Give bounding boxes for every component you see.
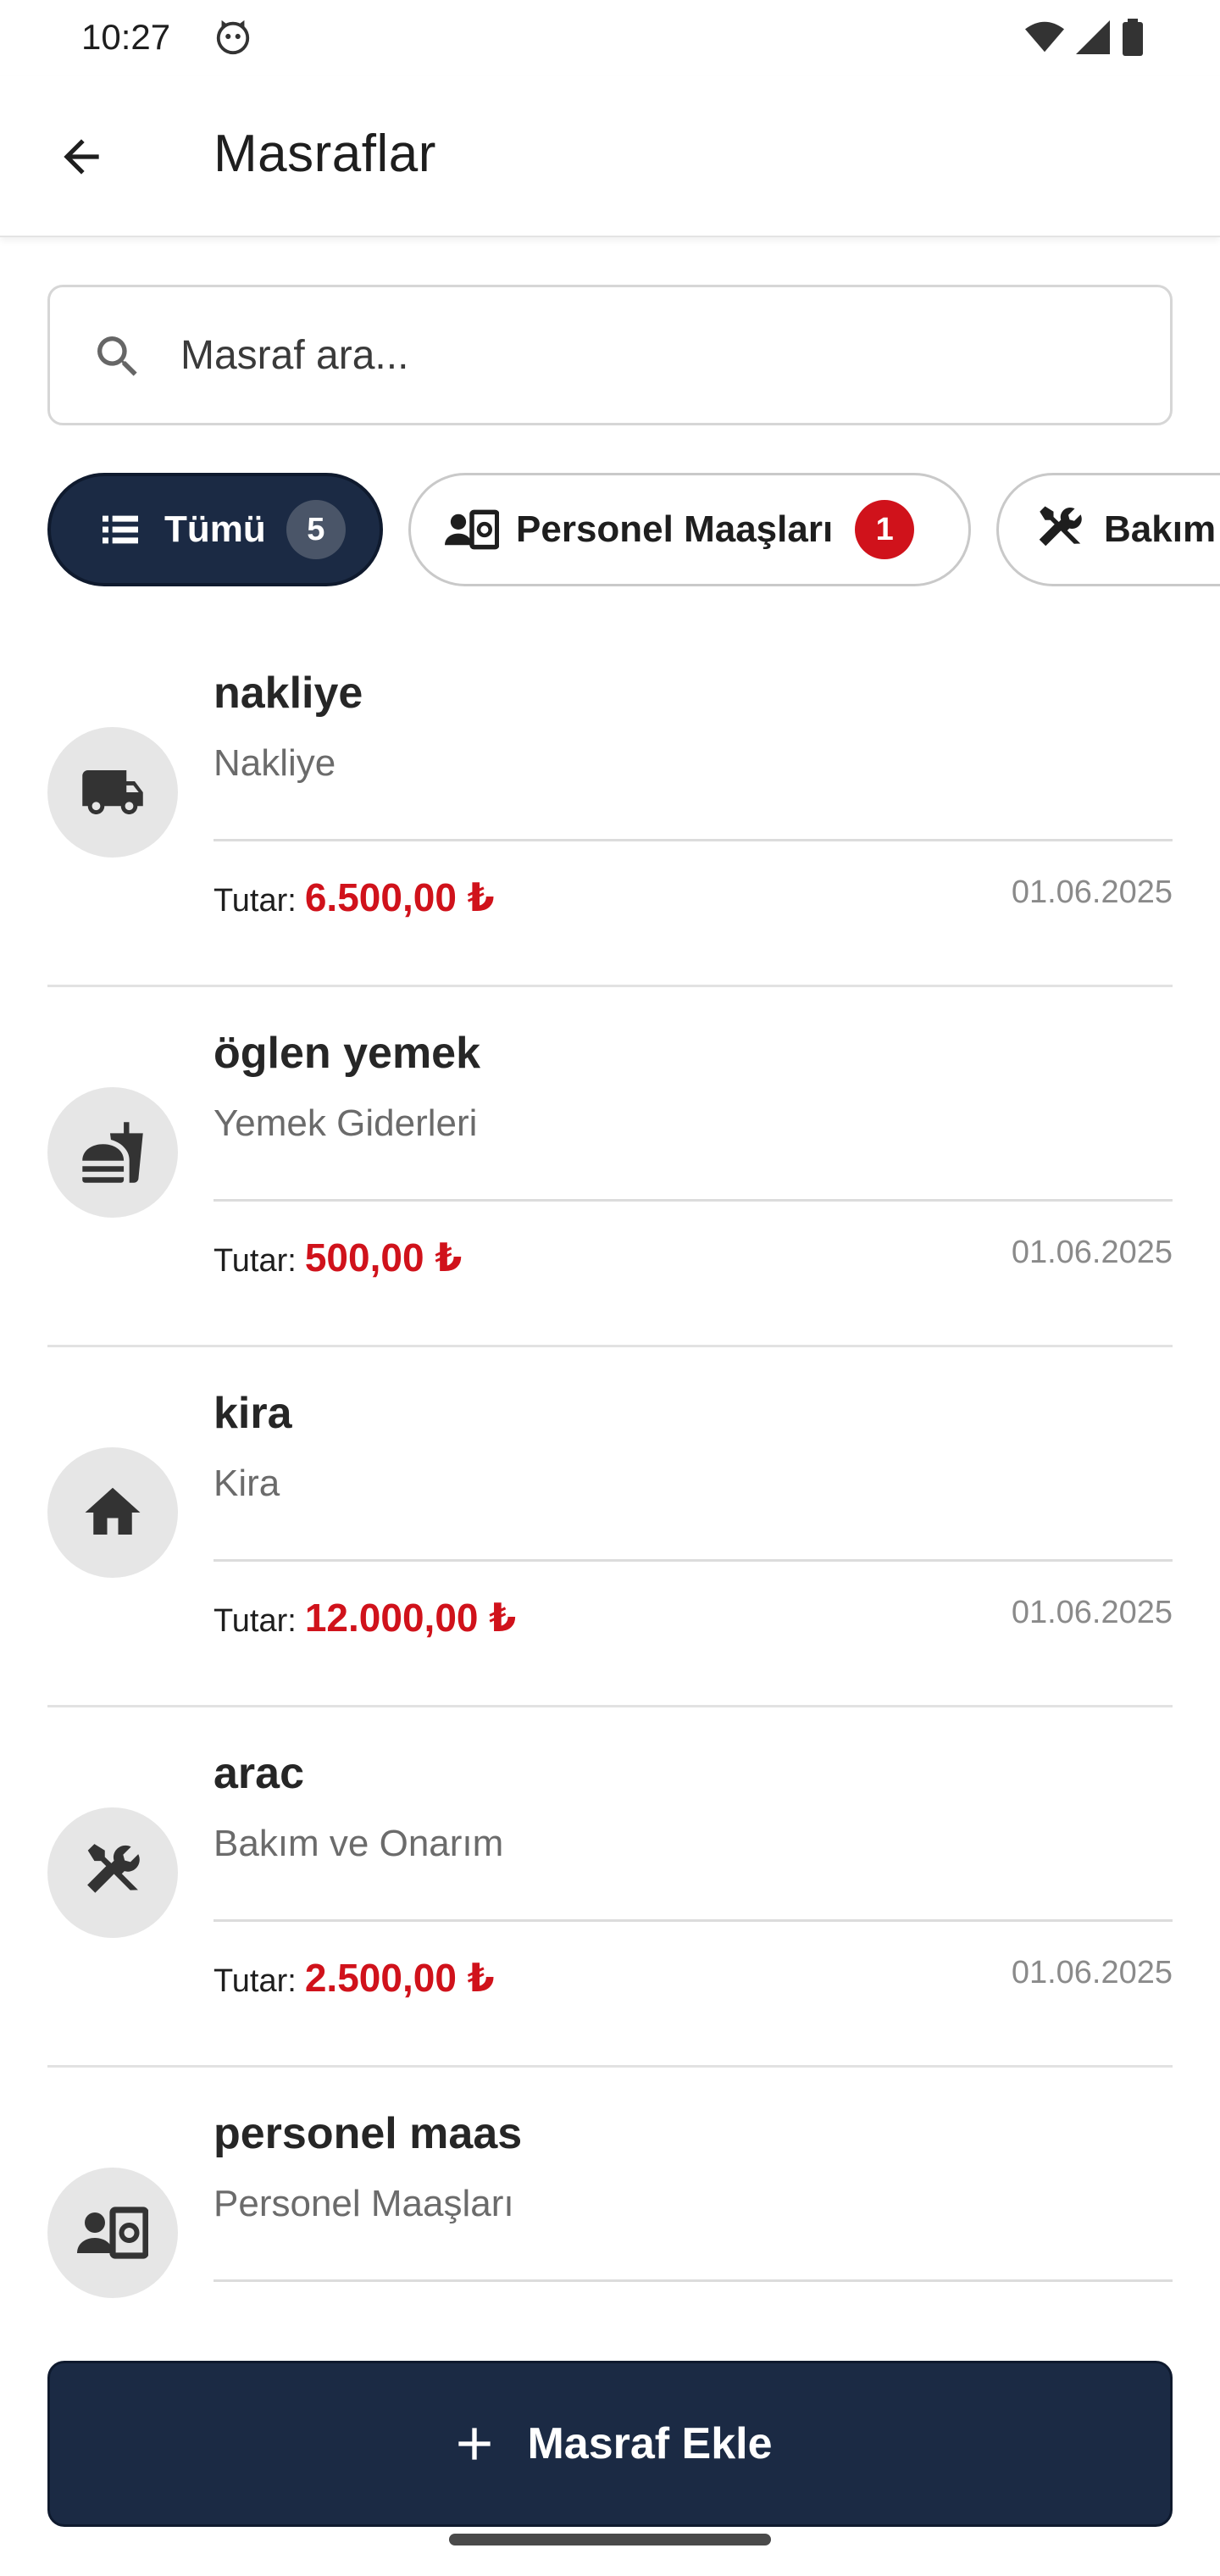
search-box[interactable]: [47, 285, 1173, 425]
chip-bakim[interactable]: Bakım: [996, 473, 1220, 586]
home-icon: [85, 1487, 141, 1535]
app-bar: Masraflar: [0, 76, 1220, 237]
amount-value: 6.500,00 ₺: [304, 875, 495, 919]
divider: [214, 1199, 1173, 1202]
expense-category: Yemek Giderleri: [214, 1102, 478, 1144]
amount-value: 500,00 ₺: [304, 1235, 463, 1280]
amount-label: Tutar:: [214, 1603, 297, 1639]
amount-label: Tutar:: [214, 883, 297, 919]
category-avatar: [47, 727, 178, 858]
divider: [214, 2279, 1173, 2282]
chip-label: Personel Maaşları: [516, 508, 834, 550]
expense-amount: Tutar: 12.000,00 ₺: [214, 1595, 516, 1641]
add-expense-button[interactable]: Masraf Ekle: [47, 2361, 1173, 2527]
amount-label: Tutar:: [214, 1243, 297, 1279]
category-filter-chips: Tümü 5 Personel Maaşları 1 Bakım: [47, 473, 1220, 588]
expense-category: Kira: [214, 1463, 280, 1504]
category-avatar: [47, 2168, 178, 2298]
category-avatar: [47, 1807, 178, 1938]
expense-name: nakliye: [214, 669, 363, 718]
list-item[interactable]: nakliye Nakliye Tutar: 6.500,00 ₺ 01.06.…: [47, 627, 1173, 987]
category-avatar: [47, 1087, 178, 1218]
list-item[interactable]: arac Bakım ve Onarım Tutar: 2.500,00 ₺ 0…: [47, 1707, 1173, 2068]
amount-value: 2.500,00 ₺: [304, 1956, 495, 2000]
chip-count-badge: 1: [855, 500, 915, 559]
status-icons: [1025, 19, 1144, 56]
amount-label: Tutar:: [214, 1963, 297, 1999]
expense-category: Nakliye: [214, 742, 336, 784]
add-expense-label: Masraf Ekle: [527, 2419, 773, 2468]
chip-personel-maaslari[interactable]: Personel Maaşları 1: [408, 473, 971, 586]
expense-category: Personel Maaşları: [214, 2183, 514, 2224]
payroll-icon: [77, 2207, 148, 2259]
expense-name: arac: [214, 1749, 304, 1798]
divider: [214, 839, 1173, 841]
status-time: 10:27: [81, 17, 171, 57]
list-icon: [93, 502, 147, 557]
expense-date: 01.06.2025: [1011, 1235, 1173, 1270]
expense-amount: Tutar: 6.500,00 ₺: [214, 874, 495, 920]
chip-count-badge: 5: [286, 500, 346, 559]
tools-icon: [87, 1844, 140, 1893]
list-item[interactable]: kira Kira Tutar: 12.000,00 ₺ 01.06.2025: [47, 1347, 1173, 1707]
amount-value: 12.000,00 ₺: [304, 1596, 517, 1640]
chip-label: Bakım: [1104, 508, 1217, 550]
tools-icon: [1033, 502, 1087, 557]
expense-date: 01.06.2025: [1011, 874, 1173, 910]
expense-name: personel maas: [214, 2109, 523, 2158]
wifi-icon: [1025, 21, 1064, 53]
fastfood-icon: [82, 1122, 143, 1183]
page-title: Masraflar: [214, 125, 436, 183]
home-indicator: [449, 2534, 771, 2545]
arrow-back-icon: [64, 139, 99, 175]
list-item[interactable]: öglen yemek Yemek Giderleri Tutar: 500,0…: [47, 987, 1173, 1347]
expense-amount: Tutar: 500,00 ₺: [214, 1235, 462, 1280]
chip-all[interactable]: Tümü 5: [47, 473, 383, 586]
expense-date: 01.06.2025: [1011, 1955, 1173, 1990]
expense-amount: Tutar: 2.500,00 ₺: [214, 1955, 495, 2001]
search-icon: [97, 336, 137, 376]
divider: [214, 1919, 1173, 1922]
payroll-icon: [445, 502, 499, 557]
expense-category: Bakım ve Onarım: [214, 1823, 504, 1864]
battery-icon: [1123, 19, 1143, 56]
divider: [214, 1559, 1173, 1562]
back-button[interactable]: [47, 123, 115, 191]
truck-icon: [82, 770, 143, 814]
chip-label: Tümü: [164, 508, 266, 550]
search-input[interactable]: [180, 313, 1138, 397]
expense-name: öglen yemek: [214, 1029, 481, 1078]
status-bar: 10:27: [0, 0, 1220, 76]
cat-notification-icon: [216, 19, 250, 55]
cell-signal-icon: [1076, 20, 1110, 54]
expense-name: kira: [214, 1389, 292, 1438]
expense-date: 01.06.2025: [1011, 1595, 1173, 1630]
plus-icon: [458, 2428, 491, 2460]
category-avatar: [47, 1447, 178, 1578]
